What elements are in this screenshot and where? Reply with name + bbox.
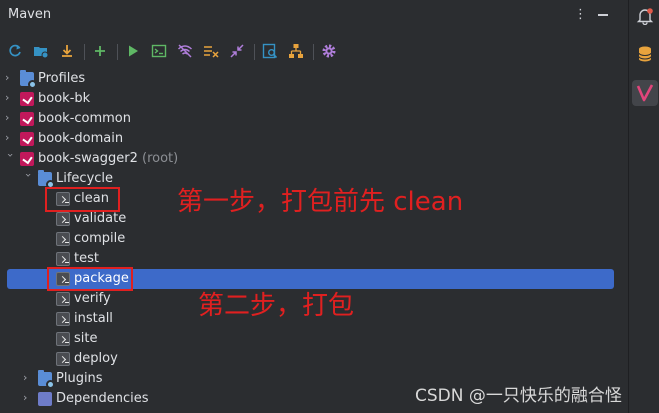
maven-tool-window: Maven ⋮ › Profiles › book-bk › book-comm… <box>0 0 628 413</box>
root-suffix: (root) <box>142 151 179 166</box>
gear-badge-icon <box>46 380 55 389</box>
annotation-step1: 第一步，打包前先 clean <box>177 187 464 217</box>
chevron-right-icon[interactable]: › <box>5 71 17 87</box>
annotation-box-package <box>47 267 133 291</box>
maven-module-icon <box>20 132 34 146</box>
tree-node-label: Lifecycle <box>56 171 114 186</box>
tree-node-label: Dependencies <box>56 391 149 406</box>
profiles-folder-icon <box>20 70 37 89</box>
maven-module-icon <box>20 152 34 166</box>
minimize-icon[interactable] <box>598 14 608 16</box>
add-icon[interactable] <box>92 43 108 59</box>
run-icon[interactable] <box>125 43 141 59</box>
goal-label: compile <box>74 231 126 246</box>
lifecycle-goal-compile[interactable]: compile <box>0 229 628 249</box>
tree-node-label: book-swagger2 <box>38 151 138 166</box>
lifecycle-goal-deploy[interactable]: deploy <box>0 349 628 369</box>
goal-label: verify <box>74 291 111 306</box>
toolbar-separator <box>117 44 118 60</box>
tree-node-module[interactable]: › book-bk <box>0 89 628 109</box>
reload-icon[interactable] <box>7 43 23 59</box>
maven-toolbar <box>0 38 628 66</box>
chevron-right-icon[interactable]: › <box>5 131 17 147</box>
skip-tests-icon[interactable] <box>203 43 219 59</box>
gear-badge-icon <box>28 80 37 89</box>
tree-node-label: book-bk <box>38 91 91 106</box>
add-maven-projects-icon[interactable] <box>33 43 49 59</box>
panel-header: Maven ⋮ <box>0 0 628 32</box>
settings-icon[interactable] <box>321 43 337 59</box>
goal-label: install <box>74 311 113 326</box>
goal-label: validate <box>74 211 127 226</box>
tree-node-module[interactable]: › book-domain <box>0 129 628 149</box>
goal-icon <box>56 332 70 346</box>
tree-node-label: book-common <box>38 111 131 126</box>
lifecycle-goal-site[interactable]: site <box>0 329 628 349</box>
annotation-step2: 第二步，打包 <box>198 291 355 321</box>
chevron-right-icon[interactable]: › <box>23 391 35 407</box>
tree-node-label: book-domain <box>38 131 124 146</box>
toolbar-separator <box>84 44 85 60</box>
tree-node-label: Profiles <box>38 71 86 86</box>
tree-node-label: Plugins <box>56 371 103 386</box>
goal-icon <box>56 252 70 266</box>
maven-icon[interactable] <box>632 80 658 106</box>
lifecycle-goal-test[interactable]: test <box>0 249 628 269</box>
database-icon[interactable] <box>632 41 658 67</box>
chevron-right-icon[interactable]: › <box>5 111 17 127</box>
maven-module-icon <box>20 112 34 126</box>
chevron-right-icon[interactable]: › <box>23 371 35 387</box>
toolbar-separator <box>313 44 314 60</box>
goal-icon <box>56 312 70 326</box>
chevron-right-icon[interactable]: › <box>5 91 17 107</box>
chevron-down-icon[interactable]: › <box>1 153 17 165</box>
panel-title: Maven <box>8 7 52 22</box>
right-tool-strip <box>628 0 659 413</box>
watermark: CSDN @一只快乐的融合怪 <box>415 386 622 406</box>
more-options-icon[interactable]: ⋮ <box>574 7 587 22</box>
lifecycle-folder-icon <box>38 170 55 189</box>
collapse-icon[interactable] <box>229 43 245 59</box>
maven-module-icon <box>20 92 34 106</box>
goal-label: site <box>74 331 98 346</box>
tree-node-root-module[interactable]: › book-swagger2 (root) <box>0 149 628 169</box>
annotation-box-clean <box>45 187 120 212</box>
notifications-icon[interactable] <box>632 3 658 29</box>
show-dependencies-icon[interactable] <box>262 43 278 59</box>
chevron-down-icon[interactable]: › <box>19 173 35 185</box>
tree-node-profiles[interactable]: › Profiles <box>0 69 628 89</box>
execute-goal-icon[interactable] <box>151 43 167 59</box>
goal-icon <box>56 292 70 306</box>
goal-icon <box>56 212 70 226</box>
toggle-offline-icon[interactable] <box>177 43 193 59</box>
goal-icon <box>56 232 70 246</box>
tree-node-module[interactable]: › book-common <box>0 109 628 129</box>
goal-label: deploy <box>74 351 118 366</box>
dependencies-icon <box>38 392 52 406</box>
plugins-folder-icon <box>38 370 55 389</box>
toolbar-separator <box>254 44 255 60</box>
goal-label: test <box>74 251 99 266</box>
goal-icon <box>56 352 70 366</box>
diagram-icon[interactable] <box>288 43 304 59</box>
download-icon[interactable] <box>59 43 75 59</box>
